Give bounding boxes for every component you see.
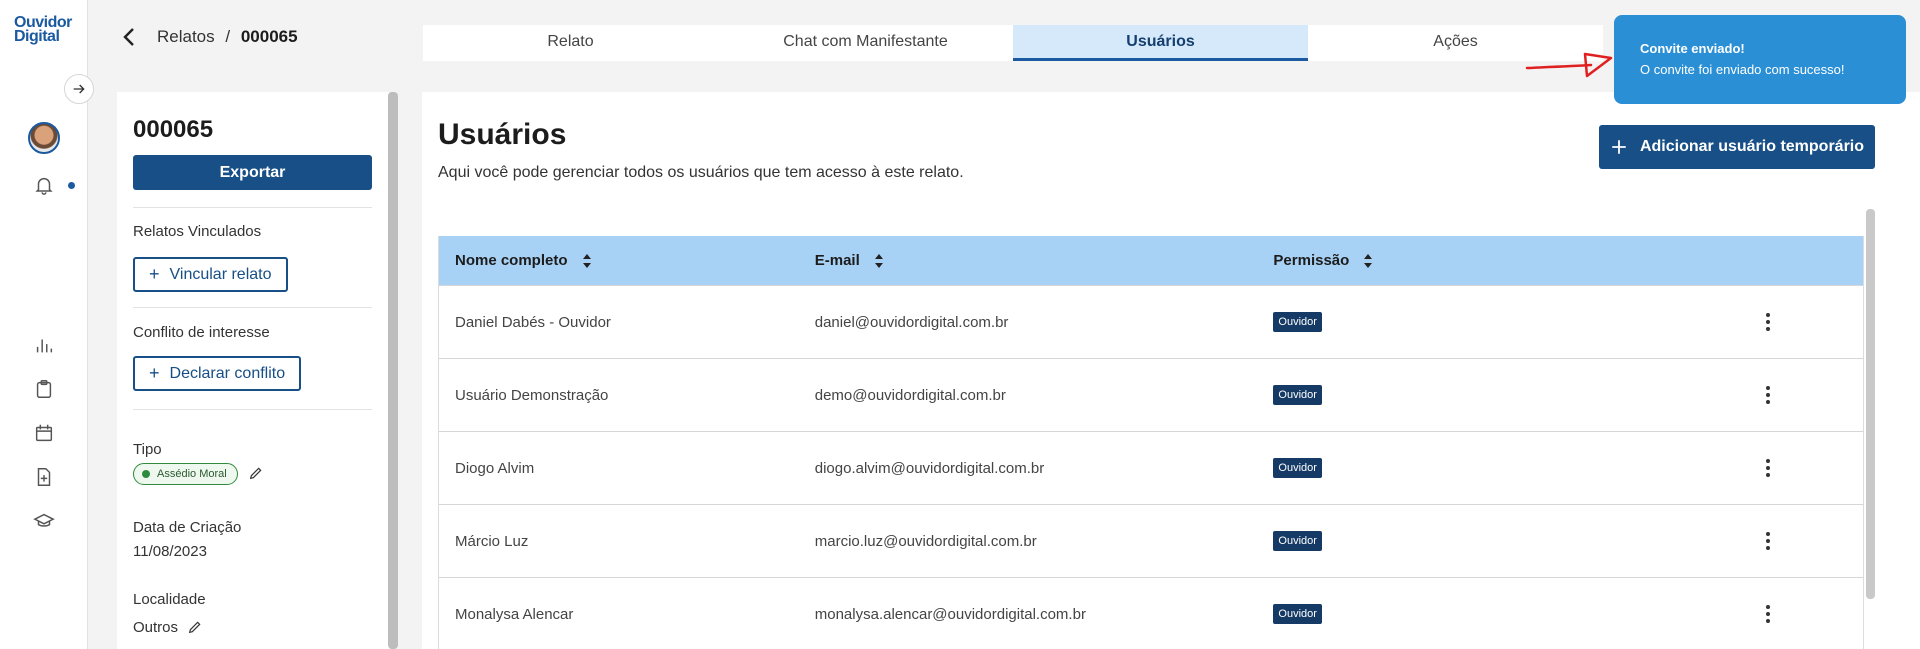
tab-relato[interactable]: Relato bbox=[423, 25, 718, 61]
users-table: Nome completo E-mail Permissão Daniel Da… bbox=[438, 236, 1864, 649]
plus-icon bbox=[1612, 140, 1626, 154]
more-options-icon[interactable] bbox=[1766, 386, 1771, 404]
breadcrumb-parent[interactable]: Relatos bbox=[157, 27, 215, 46]
more-options-icon[interactable] bbox=[1766, 313, 1771, 331]
file-add-icon[interactable] bbox=[33, 466, 55, 488]
logo-line-2: Digital bbox=[14, 28, 60, 45]
annotation-arrow-icon bbox=[1525, 52, 1613, 78]
column-permission-label: Permissão bbox=[1273, 252, 1350, 269]
location-label: Localidade bbox=[133, 591, 206, 608]
arrow-right-icon bbox=[73, 84, 85, 94]
permission-badge: Ouvidor bbox=[1273, 312, 1322, 332]
column-email[interactable]: E-mail bbox=[815, 252, 1274, 269]
column-name[interactable]: Nome completo bbox=[439, 252, 815, 269]
user-name: Diogo Alvim bbox=[455, 459, 535, 477]
column-permission[interactable]: Permissão bbox=[1273, 252, 1673, 269]
user-email: demo@ouvidordigital.com.br bbox=[814, 386, 1006, 404]
permission-badge: Ouvidor bbox=[1273, 531, 1322, 551]
created-value: 11/08/2023 bbox=[133, 543, 207, 560]
graduation-cap-icon[interactable] bbox=[33, 510, 55, 532]
breadcrumb-separator: / bbox=[225, 27, 231, 46]
link-report-label: Vincular relato bbox=[169, 265, 272, 283]
users-panel: Usuários Aqui você pode gerenciar todos … bbox=[422, 92, 1920, 649]
table-row[interactable]: Usuário Demonstração demo@ouvidordigital… bbox=[439, 358, 1863, 431]
breadcrumb-current: 000065 bbox=[240, 27, 298, 46]
user-name: Márcio Luz bbox=[455, 532, 529, 550]
report-details-panel: 000065 Exportar Relatos Vinculados + Vin… bbox=[117, 92, 389, 649]
breadcrumb: Relatos / 000065 bbox=[157, 27, 298, 47]
notification-dot bbox=[68, 182, 75, 189]
type-badge: Assédio Moral bbox=[133, 463, 238, 485]
more-options-icon[interactable] bbox=[1766, 605, 1771, 623]
tab-bar: Relato Chat com Manifestante Usuários Aç… bbox=[423, 25, 1603, 61]
user-email: marcio.luz@ouvidordigital.com.br bbox=[814, 532, 1037, 550]
sort-icon bbox=[1364, 253, 1373, 268]
user-email: monalysa.alencar@ouvidordigital.com.br bbox=[814, 605, 1086, 623]
column-name-label: Nome completo bbox=[455, 252, 568, 269]
plus-icon: + bbox=[149, 264, 160, 284]
more-options-icon[interactable] bbox=[1766, 532, 1771, 550]
conflict-label: Conflito de interesse bbox=[133, 324, 270, 341]
bell-icon[interactable] bbox=[33, 174, 55, 201]
edit-pencil-icon[interactable] bbox=[248, 465, 264, 486]
left-panel-scrollbar[interactable] bbox=[388, 92, 398, 649]
export-button[interactable]: Exportar bbox=[133, 155, 372, 190]
table-row[interactable]: Márcio Luz marcio.luz@ouvidordigital.com… bbox=[439, 504, 1863, 577]
table-row[interactable]: Monalysa Alencar monalysa.alencar@ouvido… bbox=[439, 577, 1863, 649]
user-email: daniel@ouvidordigital.com.br bbox=[814, 313, 1009, 331]
expand-sidebar-button[interactable] bbox=[64, 74, 94, 104]
user-name: Daniel Dabés - Ouvidor bbox=[455, 313, 611, 331]
linked-reports-label: Relatos Vinculados bbox=[133, 223, 262, 240]
toast-title: Convite enviado! bbox=[1640, 41, 1745, 56]
permission-badge: Ouvidor bbox=[1273, 458, 1322, 478]
app-logo[interactable]: Ouvidor Digital bbox=[14, 15, 72, 45]
page-subtitle: Aqui você pode gerenciar todos os usuári… bbox=[438, 164, 964, 181]
calendar-icon[interactable] bbox=[33, 422, 55, 444]
link-report-button[interactable]: + Vincular relato bbox=[133, 257, 288, 292]
column-email-label: E-mail bbox=[814, 252, 860, 269]
table-header: Nome completo E-mail Permissão bbox=[439, 236, 1863, 285]
table-row[interactable]: Diogo Alvim diogo.alvim@ouvidordigital.c… bbox=[439, 431, 1863, 504]
type-value: Assédio Moral bbox=[157, 468, 227, 480]
permission-badge: Ouvidor bbox=[1273, 604, 1322, 624]
add-temporary-user-label: Adicionar usuário temporário bbox=[1639, 138, 1865, 155]
page-title: Usuários bbox=[438, 118, 567, 151]
more-options-icon[interactable] bbox=[1766, 459, 1771, 477]
report-id-title: 000065 bbox=[133, 116, 214, 143]
type-label: Tipo bbox=[133, 441, 162, 458]
declare-conflict-label: Declarar conflito bbox=[169, 364, 286, 382]
add-temporary-user-button[interactable]: Adicionar usuário temporário bbox=[1599, 125, 1875, 169]
permission-badge: Ouvidor bbox=[1273, 385, 1322, 405]
toast-message: O convite foi enviado com sucesso! bbox=[1640, 62, 1845, 77]
user-name: Monalysa Alencar bbox=[455, 605, 574, 623]
declare-conflict-button[interactable]: + Declarar conflito bbox=[133, 356, 302, 391]
user-email: diogo.alvim@ouvidordigital.com.br bbox=[814, 459, 1045, 477]
toast-notification[interactable]: Convite enviado! O convite foi enviado c… bbox=[1614, 15, 1906, 104]
tab-chat[interactable]: Chat com Manifestante bbox=[718, 25, 1013, 61]
created-label: Data de Criação bbox=[133, 519, 242, 536]
main-panel-scrollbar[interactable] bbox=[1866, 209, 1875, 599]
chart-icon[interactable] bbox=[33, 334, 55, 356]
plus-icon: + bbox=[149, 363, 160, 383]
clipboard-icon[interactable] bbox=[33, 378, 55, 400]
divider bbox=[133, 307, 372, 308]
back-button[interactable] bbox=[120, 26, 138, 53]
avatar[interactable] bbox=[28, 122, 60, 154]
status-dot bbox=[142, 470, 150, 478]
edit-pencil-icon[interactable] bbox=[187, 619, 203, 640]
location-value: Outros bbox=[133, 619, 179, 636]
divider bbox=[133, 409, 372, 410]
chevron-left-icon bbox=[123, 28, 134, 46]
sort-icon bbox=[874, 253, 883, 268]
table-row[interactable]: Daniel Dabés - Ouvidor daniel@ouvidordig… bbox=[439, 285, 1863, 358]
sort-icon bbox=[582, 253, 591, 268]
user-name: Usuário Demonstração bbox=[455, 386, 609, 404]
divider bbox=[133, 207, 372, 208]
tab-usuarios[interactable]: Usuários bbox=[1013, 25, 1308, 61]
